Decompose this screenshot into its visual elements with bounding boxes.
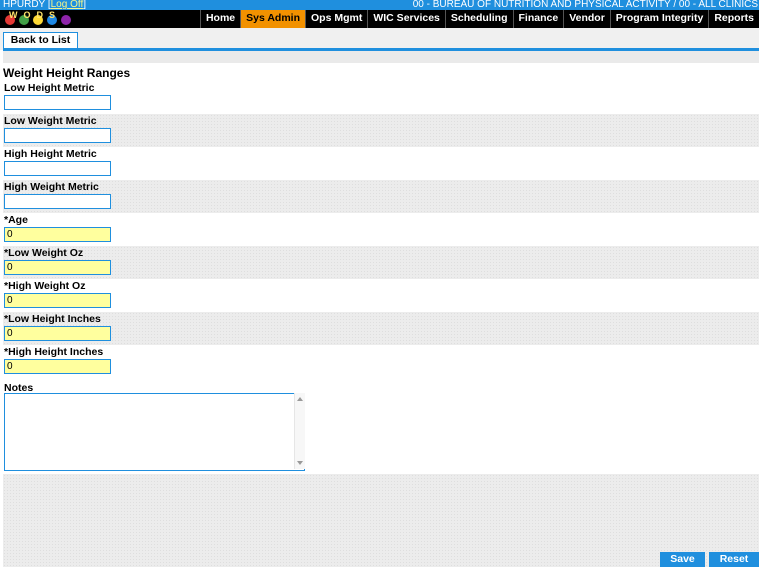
low-height-metric-input[interactable] (4, 95, 111, 110)
toolbar: Back to List (0, 28, 759, 50)
username: HPURDY (3, 0, 46, 10)
form-row-low-height-metric: Low Height Metric (3, 81, 759, 114)
footer-area (3, 474, 759, 567)
low-weight-metric-input[interactable] (4, 128, 111, 143)
field-label: High Height Metric (4, 148, 97, 160)
low-height-inches-input[interactable] (4, 326, 111, 341)
field-label: *High Weight Oz (4, 280, 86, 292)
form-row-high-weight-oz: *High Weight Oz (3, 279, 759, 312)
field-label: High Weight Metric (4, 181, 99, 193)
form-row-high-height-metric: High Height Metric (3, 147, 759, 180)
high-weight-metric-input[interactable] (4, 194, 111, 209)
back-to-list-button[interactable]: Back to List (3, 32, 78, 49)
form-row-high-weight-metric: High Weight Metric (3, 180, 759, 213)
menu-item-reports[interactable]: Reports (708, 10, 759, 28)
scroll-up-icon[interactable] (297, 397, 303, 401)
form-row-low-height-inches: *Low Height Inches (3, 312, 759, 345)
menu-item-wic-services[interactable]: WIC Services (367, 10, 445, 28)
menu-item-finance[interactable]: Finance (512, 10, 564, 28)
top-status-bar: HPURDY [Log Off] 00 - BUREAU OF NUTRITIO… (0, 0, 759, 10)
field-label: Low Weight Metric (4, 115, 97, 127)
spacer-strip (3, 51, 759, 63)
field-label: *Low Height Inches (4, 313, 101, 325)
low-weight-oz-input[interactable] (4, 260, 111, 275)
field-label: *Low Weight Oz (4, 247, 84, 259)
notes-scrollbar[interactable] (294, 393, 305, 469)
clinic-info: 00 - BUREAU OF NUTRITION AND PHYSICAL AC… (412, 0, 758, 10)
reset-button[interactable]: Reset (709, 552, 759, 567)
high-height-metric-input[interactable] (4, 161, 111, 176)
main-menu: Home Sys Admin Ops Mgmt WIC Services Sch… (199, 10, 759, 28)
logo-text: WODS (9, 10, 61, 20)
notes-textarea-frame (4, 393, 305, 471)
high-height-inches-input[interactable] (4, 359, 111, 374)
form-row-low-weight-oz: *Low Weight Oz (3, 246, 759, 279)
main-navbar: WODS Home Sys Admin Ops Mgmt WIC Service… (0, 10, 759, 28)
logo-dot-icon (61, 15, 71, 25)
page-title: Weight Height Ranges (3, 66, 131, 80)
menu-item-sys-admin[interactable]: Sys Admin (240, 10, 306, 28)
form-row-low-weight-metric: Low Weight Metric (3, 114, 759, 147)
field-label: *Age (4, 214, 28, 226)
field-label: *High Height Inches (4, 346, 104, 358)
log-off-link[interactable]: Log Off (51, 0, 84, 10)
save-button[interactable]: Save (660, 552, 705, 567)
form-row-notes: Notes (3, 378, 759, 474)
high-weight-oz-input[interactable] (4, 293, 111, 308)
user-info: HPURDY [Log Off] (3, 0, 87, 10)
menu-item-vendor[interactable]: Vendor (563, 10, 610, 28)
age-input[interactable] (4, 227, 111, 242)
form-row-high-height-inches: *High Height Inches (3, 345, 759, 378)
field-label: Low Height Metric (4, 82, 95, 94)
menu-item-scheduling[interactable]: Scheduling (444, 10, 513, 28)
app-logo: WODS (3, 10, 81, 28)
menu-item-ops-mgmt[interactable]: Ops Mgmt (305, 10, 368, 28)
menu-item-program-integrity[interactable]: Program Integrity (609, 10, 709, 28)
menu-item-home[interactable]: Home (199, 10, 241, 28)
form-row-age: *Age (3, 213, 759, 246)
scroll-down-icon[interactable] (297, 461, 303, 465)
